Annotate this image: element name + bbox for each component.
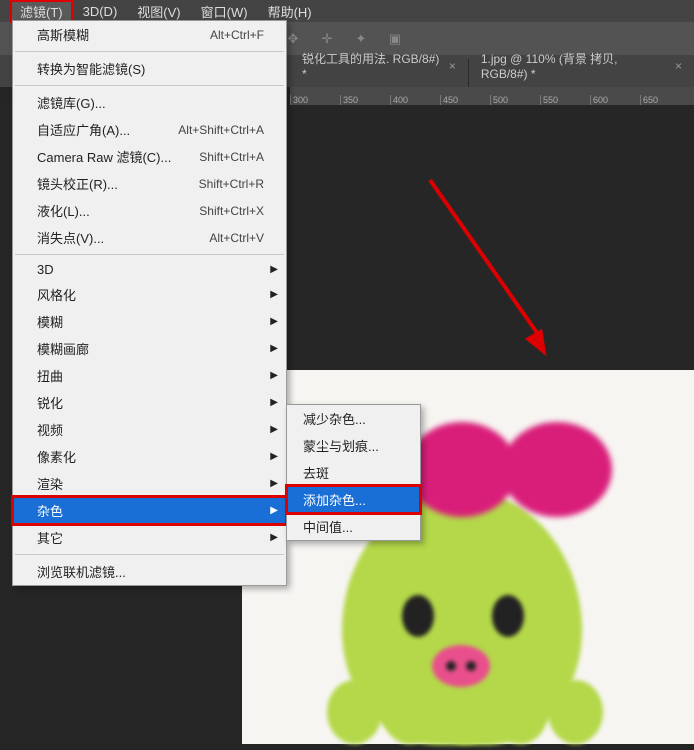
separator [15, 254, 284, 255]
separator [15, 554, 284, 555]
menu-item-browse-online[interactable]: 浏览联机滤镜... [13, 558, 286, 585]
chevron-right-icon: ▶ [270, 289, 278, 300]
noise-submenu: 减少杂色... 蒙尘与划痕... 去斑 添加杂色... 中间值... [286, 404, 421, 541]
close-icon[interactable]: × [675, 59, 682, 73]
tab-title: 1.jpg @ 110% (背景 拷贝, RGB/8#) * [481, 50, 667, 81]
menu-item-camera-raw[interactable]: Camera Raw 滤镜(C)...Shift+Ctrl+A [13, 143, 286, 170]
filter-menu-dropdown: 高斯模糊Alt+Ctrl+F 转换为智能滤镜(S) 滤镜库(G)... 自适应广… [12, 20, 287, 586]
menu-item-blur[interactable]: 模糊▶ [13, 308, 286, 335]
chevron-right-icon: ▶ [270, 424, 278, 435]
menu-item-sharpen[interactable]: 锐化▶ [13, 389, 286, 416]
chevron-right-icon: ▶ [270, 343, 278, 354]
menu-item-median[interactable]: 中间值... [287, 513, 420, 540]
menu-item-despeckle[interactable]: 去斑 [287, 459, 420, 486]
chevron-right-icon: ▶ [270, 370, 278, 381]
chevron-right-icon: ▶ [270, 505, 278, 516]
menu-item-video[interactable]: 视频▶ [13, 416, 286, 443]
menu-item-lens-correction[interactable]: 镜头校正(R)...Shift+Ctrl+R [13, 170, 286, 197]
menu-item-blur-gallery[interactable]: 模糊画廊▶ [13, 335, 286, 362]
separator [15, 85, 284, 86]
menubar: 滤镜(T) 3D(D) 视图(V) 窗口(W) 帮助(H) [0, 0, 694, 22]
chevron-right-icon: ▶ [270, 397, 278, 408]
menu-item-distort[interactable]: 扭曲▶ [13, 362, 286, 389]
document-tab[interactable]: 锐化工具的用法. RGB/8#) * × [290, 44, 468, 87]
menu-item-dust-scratches[interactable]: 蒙尘与划痕... [287, 432, 420, 459]
menu-3d[interactable]: 3D(D) [73, 2, 128, 21]
menu-item-pixelate[interactable]: 像素化▶ [13, 443, 286, 470]
menu-item-3d[interactable]: 3D▶ [13, 258, 286, 281]
menu-item-last-filter[interactable]: 高斯模糊Alt+Ctrl+F [13, 21, 286, 48]
menu-item-render[interactable]: 渲染▶ [13, 470, 286, 497]
chevron-right-icon: ▶ [270, 316, 278, 327]
menu-item-stylize[interactable]: 风格化▶ [13, 281, 286, 308]
menu-item-add-noise[interactable]: 添加杂色... [287, 486, 420, 513]
chevron-right-icon: ▶ [270, 451, 278, 462]
chevron-right-icon: ▶ [270, 478, 278, 489]
annotation-arrow [430, 178, 625, 182]
menu-item-vanishing-point[interactable]: 消失点(V)...Alt+Ctrl+V [13, 224, 286, 251]
menu-item-filter-gallery[interactable]: 滤镜库(G)... [13, 89, 286, 116]
separator [15, 51, 284, 52]
menu-item-other[interactable]: 其它▶ [13, 524, 286, 551]
document-tab[interactable]: 1.jpg @ 110% (背景 拷贝, RGB/8#) * × [469, 44, 694, 87]
chevron-right-icon: ▶ [270, 264, 278, 275]
chevron-right-icon: ▶ [270, 532, 278, 543]
menu-item-noise[interactable]: 杂色▶ [13, 497, 286, 524]
menu-item-smart-filter[interactable]: 转换为智能滤镜(S) [13, 55, 286, 82]
menu-item-liquify[interactable]: 液化(L)...Shift+Ctrl+X [13, 197, 286, 224]
tab-title: 锐化工具的用法. RGB/8#) * [302, 50, 441, 81]
menu-item-adaptive-wide[interactable]: 自适应广角(A)...Alt+Shift+Ctrl+A [13, 116, 286, 143]
menu-item-reduce-noise[interactable]: 减少杂色... [287, 405, 420, 432]
close-icon[interactable]: × [449, 59, 456, 73]
horizontal-ruler: 300350400450500550600650 [290, 87, 694, 105]
